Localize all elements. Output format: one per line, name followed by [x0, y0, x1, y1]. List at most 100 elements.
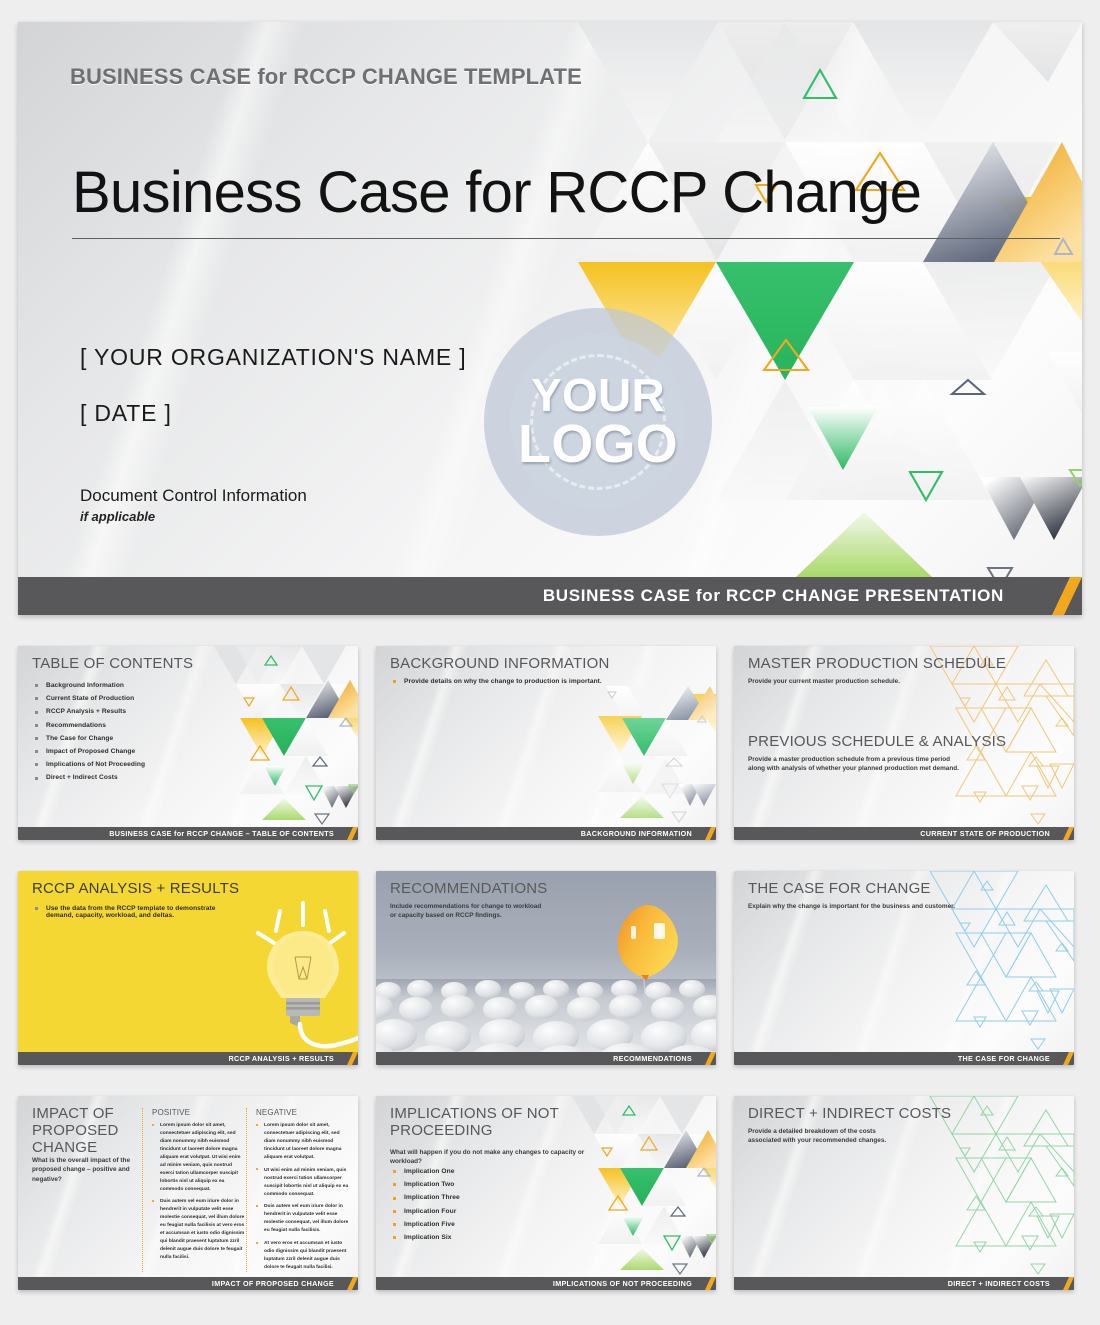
page-title: Business Case for RCCP Change — [72, 160, 922, 225]
slide-title: THE CASE FOR CHANGE — [748, 880, 931, 897]
footer-slash-accent — [697, 1277, 716, 1290]
slide-thumbnail-direct-indirect-costs[interactable]: DIRECT + INDIRECT COSTS Provide a detail… — [734, 1096, 1074, 1290]
slide-title: MASTER PRODUCTION SCHEDULE — [748, 655, 1007, 672]
slide-thumbnail-table-of-contents[interactable]: TABLE OF CONTENTS Background Information… — [18, 646, 358, 840]
slide-footer: BUSINESS CASE for RCCP CHANGE – TABLE OF… — [18, 827, 358, 840]
footer-label: DIRECT + INDIRECT COSTS — [947, 1279, 1050, 1288]
title-rule — [72, 238, 1060, 239]
slide-subtitle: Provide a detailed breakdown of the cost… — [748, 1128, 887, 1145]
slide-footer: CURRENT STATE OF PRODUCTION — [734, 827, 1074, 840]
slide-footer: IMPLICATIONS OF NOT PROCEEDING — [376, 1277, 716, 1290]
list-item: Ut wisi enim ad minim veniam, quis nostr… — [256, 1167, 350, 1199]
list-item: Current State of Production — [35, 695, 145, 702]
list-item: Implications of Not Proceeding — [35, 761, 145, 768]
list-item: Direct + Indirect Costs — [35, 774, 145, 781]
list-item: Implication Three — [393, 1194, 460, 1201]
column-heading-negative: NEGATIVE — [256, 1108, 298, 1117]
list-item: Provide details on why the change to pro… — [393, 678, 602, 685]
footer-slash-accent — [697, 1052, 716, 1065]
slide-subtitle: Provide your current master production s… — [748, 678, 900, 685]
negative-list: Lorem ipsum dolor sit amet, consectetuer… — [256, 1122, 350, 1272]
slide-footer: RCCP ANALYSIS + RESULTS — [18, 1052, 358, 1065]
background-streaks — [734, 871, 1074, 1065]
document-control-label: Document Control Information — [80, 486, 307, 505]
slide-thumbnail-the-case-for-change[interactable]: THE CASE FOR CHANGE Explain why the chan… — [734, 871, 1074, 1065]
title-slide-footer: BUSINESS CASE for RCCP CHANGE PRESENTATI… — [18, 577, 1082, 615]
slide-footer: IMPACT OF PROPOSED CHANGE — [18, 1277, 358, 1290]
footer-label: CURRENT STATE OF PRODUCTION — [920, 829, 1050, 838]
list-item: Use the data from the RCCP template to d… — [35, 905, 240, 919]
implications-list: Implication One Implication Two Implicat… — [393, 1168, 460, 1247]
slide-thumbnail-implications-of-not-proceeding[interactable]: IMPLICATIONS OF NOT PROCEEDING What will… — [376, 1096, 716, 1290]
footer-slash-accent — [1055, 1277, 1074, 1290]
slide-title: IMPACT OF PROPOSED CHANGE — [32, 1105, 119, 1157]
list-item: At vero eros et accumsan et iusto odio d… — [256, 1240, 350, 1272]
balloon-over-eggs-photo — [376, 871, 716, 1065]
footer-label: IMPACT OF PROPOSED CHANGE — [211, 1279, 334, 1288]
bullet-list: Use the data from the RCCP template to d… — [35, 905, 240, 925]
impact-column-positive: POSITIVE Lorem ipsum dolor sit amet, con… — [142, 1108, 246, 1272]
triangle-pattern — [376, 646, 716, 840]
slide-title: RCCP ANALYSIS + RESULTS — [32, 880, 240, 897]
footer-slash-accent — [339, 1277, 358, 1290]
document-control-note: if applicable — [80, 509, 156, 524]
slide-footer: DIRECT + INDIRECT COSTS — [734, 1277, 1074, 1290]
footer-label: RECOMMENDATIONS — [613, 1054, 692, 1063]
list-item: Background Information — [35, 682, 145, 689]
slide-thumbnail-master-production-schedule[interactable]: MASTER PRODUCTION SCHEDULE Provide your … — [734, 646, 1074, 840]
list-item: Duis autem vel eum iriure dolor in hendr… — [256, 1203, 350, 1235]
impact-column-negative: NEGATIVE Lorem ipsum dolor sit amet, con… — [246, 1108, 350, 1272]
footer-slash-accent — [1055, 1052, 1074, 1065]
slide-thumbnail-impact-of-proposed-change[interactable]: IMPACT OF PROPOSED CHANGE What is the ov… — [18, 1096, 358, 1290]
slide-title: IMPLICATIONS OF NOT PROCEEDING — [390, 1105, 559, 1140]
footer-label: BUSINESS CASE for RCCP CHANGE PRESENTATI… — [542, 586, 1004, 605]
footer-label: BACKGROUND INFORMATION — [580, 829, 692, 838]
date-placeholder[interactable]: [ DATE ] — [80, 400, 172, 427]
slide-footer: THE CASE FOR CHANGE — [734, 1052, 1074, 1065]
template-preview-page: BUSINESS CASE for RCCP CHANGE TEMPLATE B… — [0, 0, 1100, 1325]
triangle-outline-pattern — [734, 871, 1074, 1065]
slide-thumbnail-recommendations[interactable]: RECOMMENDATIONS Include recommendations … — [376, 871, 716, 1065]
slide-footer: RECOMMENDATIONS — [376, 1052, 716, 1065]
list-item: RCCP Analysis + Results — [35, 708, 145, 715]
lightbulb-illustration — [18, 871, 358, 1065]
slide-thumbnail-rccp-analysis-results[interactable]: RCCP ANALYSIS + RESULTS Use the data fro… — [18, 871, 358, 1065]
list-item: Recommendations — [35, 722, 145, 729]
positive-list: Lorem ipsum dolor sit amet, consectetuer… — [152, 1122, 246, 1262]
slide-title: BACKGROUND INFORMATION — [390, 655, 610, 672]
footer-slash-accent — [339, 827, 358, 840]
template-kicker: BUSINESS CASE for RCCP CHANGE TEMPLATE — [70, 64, 582, 89]
slide-secondary-title: PREVIOUS SCHEDULE & ANALYSIS — [748, 733, 1007, 750]
footer-label: BUSINESS CASE for RCCP CHANGE – TABLE OF… — [109, 829, 334, 838]
slide-subtitle: Explain why the change is important for … — [748, 903, 956, 910]
column-heading-positive: POSITIVE — [152, 1108, 191, 1117]
slide-title: DIRECT + INDIRECT COSTS — [748, 1105, 952, 1122]
footer-slash-accent — [697, 827, 716, 840]
title-slide: BUSINESS CASE for RCCP CHANGE TEMPLATE B… — [18, 22, 1082, 615]
triangle-outline-pattern — [734, 1096, 1074, 1290]
footer-label: IMPLICATIONS OF NOT PROCEEDING — [552, 1279, 692, 1288]
slide-thumbnail-background-information[interactable]: BACKGROUND INFORMATION Provide details o… — [376, 646, 716, 840]
list-item: Impact of Proposed Change — [35, 748, 145, 755]
footer-slash-accent — [1026, 577, 1082, 615]
slide-secondary-subtitle: Provide a master production schedule fro… — [748, 756, 959, 773]
list-item: Implication Five — [393, 1221, 460, 1228]
slide-footer: BACKGROUND INFORMATION — [376, 827, 716, 840]
impact-columns: POSITIVE Lorem ipsum dolor sit amet, con… — [142, 1108, 350, 1272]
slide-subtitle: What will happen if you do not make any … — [390, 1149, 585, 1166]
footer-slash-accent — [1055, 827, 1074, 840]
footer-slash-accent — [339, 1052, 358, 1065]
list-item: The Case for Change — [35, 735, 145, 742]
table-of-contents-list: Background Information Current State of … — [35, 682, 145, 788]
bullet-list: Provide details on why the change to pro… — [393, 678, 602, 691]
list-item: Lorem ipsum dolor sit amet, consectetuer… — [256, 1122, 350, 1162]
slide-subtitle: Include recommendations for change to wo… — [390, 903, 542, 920]
list-item: Implication Six — [393, 1234, 460, 1241]
slide-title: TABLE OF CONTENTS — [32, 655, 194, 672]
slide-thumbnail-grid: TABLE OF CONTENTS Background Information… — [18, 646, 1082, 1290]
organization-placeholder[interactable]: [ YOUR ORGANIZATION'S NAME ] — [80, 344, 466, 371]
list-item: Lorem ipsum dolor sit amet, consectetuer… — [152, 1122, 246, 1193]
slide-subtitle: What is the overall impact of the propos… — [32, 1157, 131, 1183]
logo-placeholder[interactable]: YOUR LOGO — [484, 308, 712, 536]
logo-text-line1: YOUR — [531, 369, 665, 421]
